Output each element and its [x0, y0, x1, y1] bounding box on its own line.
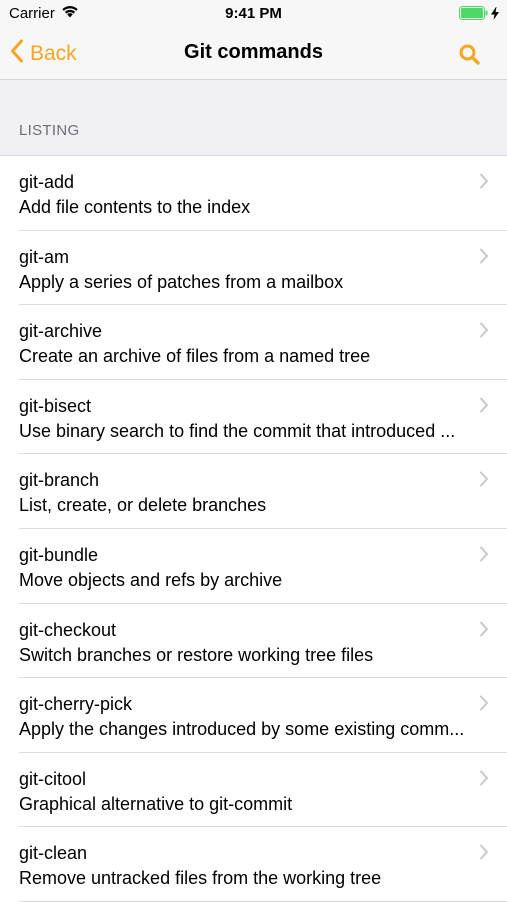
list-item[interactable]: git-branch List, create, or delete branc…	[0, 454, 507, 529]
command-description: Graphical alternative to git-commit	[19, 793, 293, 814]
back-button[interactable]: Back	[10, 39, 77, 69]
status-bar: Carrier 9:41 PM	[0, 0, 507, 28]
chevron-left-icon	[10, 39, 24, 69]
list-item[interactable]: git-add Add file contents to the index	[0, 156, 507, 231]
status-right	[459, 6, 499, 24]
search-button[interactable]	[457, 42, 483, 68]
chevron-right-icon	[479, 695, 489, 711]
command-name: git-clean	[19, 843, 88, 864]
command-name: git-bisect	[19, 395, 92, 416]
status-time: 9:41 PM	[225, 5, 282, 22]
command-description: Apply a series of patches from a mailbox	[19, 271, 344, 292]
section-title: LISTING	[19, 122, 80, 139]
list-item[interactable]: git-bisect Use binary search to find the…	[0, 379, 507, 455]
command-description: Remove untracked files from the working …	[19, 868, 382, 889]
command-name: git-checkout	[19, 619, 117, 640]
command-name: git-add	[19, 172, 75, 192]
command-name: git-citool	[19, 768, 87, 789]
command-name: git-branch	[19, 470, 100, 491]
command-description: Move objects and refs by archive	[19, 569, 283, 590]
command-description: Use binary search to find the commit tha…	[19, 420, 456, 441]
chevron-right-icon	[479, 322, 489, 338]
list-item[interactable]: git-bundle Move objects and refs by arch…	[0, 528, 507, 604]
list-item[interactable]: git-archive Create an archive of files f…	[0, 305, 507, 380]
command-list: git-add Add file contents to the index g…	[0, 155, 507, 902]
command-description: List, create, or delete branches	[19, 495, 267, 516]
command-description: Create an archive of files from a named …	[19, 346, 371, 367]
chevron-right-icon	[479, 173, 489, 189]
list-item[interactable]: git-checkout Switch branches or restore …	[0, 603, 507, 679]
chevron-right-icon	[479, 621, 489, 637]
list-item[interactable]: git-citool Graphical alternative to git-…	[0, 752, 507, 828]
chevron-right-icon	[479, 546, 489, 562]
list-item[interactable]: git-clean Remove untracked files from th…	[0, 827, 507, 902]
command-name: git-cherry-pick	[19, 694, 133, 715]
chevron-right-icon	[479, 770, 489, 786]
navigation-bar: Back Git commands	[0, 28, 507, 80]
list-item[interactable]: git-am Apply a series of patches from a …	[0, 230, 507, 306]
section-header: LISTING	[0, 80, 507, 156]
command-name: git-bundle	[19, 544, 99, 565]
command-name: git-am	[19, 246, 70, 267]
chevron-right-icon	[479, 248, 489, 264]
search-icon	[457, 44, 483, 72]
charging-icon	[491, 6, 499, 24]
back-label: Back	[30, 42, 77, 65]
list-item[interactable]: git-cherry-pick Apply the changes introd…	[0, 678, 507, 753]
chevron-right-icon	[479, 397, 489, 413]
command-name: git-archive	[19, 321, 103, 342]
command-description: Switch branches or restore working tree …	[19, 644, 374, 665]
command-description: Add file contents to the index	[19, 197, 251, 217]
battery-icon	[459, 6, 489, 24]
chevron-right-icon	[479, 844, 489, 860]
command-description: Apply the changes introduced by some exi…	[19, 719, 465, 740]
chevron-right-icon	[479, 471, 489, 487]
